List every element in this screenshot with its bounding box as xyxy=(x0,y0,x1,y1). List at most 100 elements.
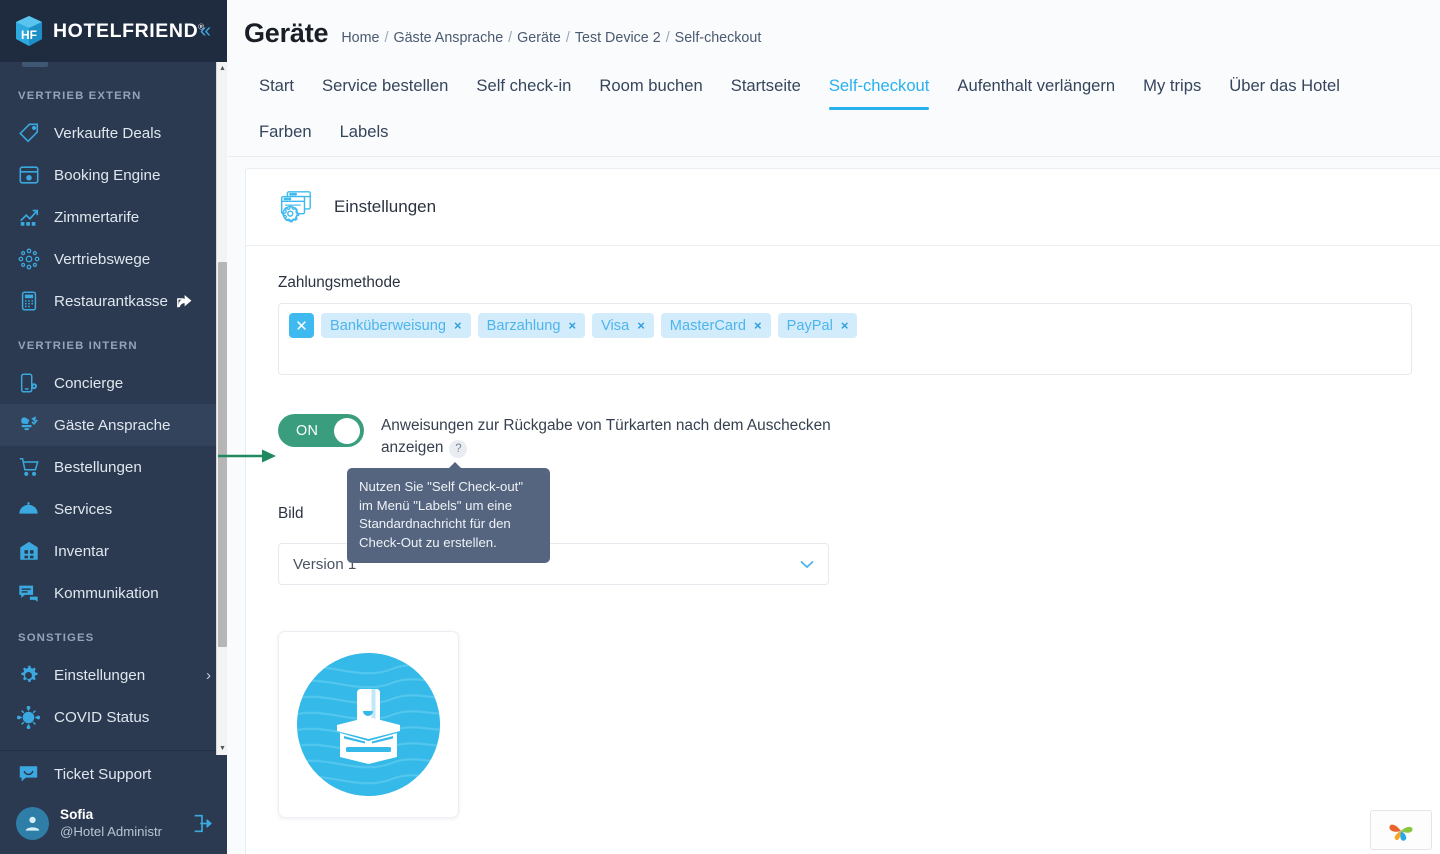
breadcrumb-item-test-device-2[interactable]: Test Device 2 xyxy=(575,30,661,46)
tab-ueber-das-hotel[interactable]: Über das Hotel xyxy=(1215,64,1354,110)
svg-text:HF: HF xyxy=(21,28,37,42)
virus-icon xyxy=(16,705,41,730)
chevron-right-icon: › xyxy=(206,666,211,684)
sidebar-item-label: Vertriebswege xyxy=(54,250,151,268)
breadcrumb-separator: / xyxy=(565,30,570,46)
tripadvisor-leaf-widget-icon[interactable] xyxy=(1370,810,1432,850)
logout-arrow-icon[interactable] xyxy=(191,812,213,839)
toggle-description-text: Anweisungen zur Rückgabe von Türkarten n… xyxy=(381,417,831,456)
sidebar-item-inventar[interactable]: Inventar xyxy=(0,530,227,572)
user-role: @Hotel Administr xyxy=(60,824,163,839)
gear-icon xyxy=(16,663,41,688)
sidebar-item-label: Gäste Ansprache xyxy=(54,416,171,434)
sidebar-item-kommunikation[interactable]: Kommunikation xyxy=(0,572,227,614)
sidebar-item-label: Inventar xyxy=(54,542,109,560)
sidebar-item-restaurantkasse[interactable]: Restaurantkasse xyxy=(0,280,227,322)
sidebar-item-services[interactable]: Services xyxy=(0,488,227,530)
external-link-icon[interactable] xyxy=(176,294,193,309)
sidebar-footer: Ticket Support Sofia @Hotel Administr xyxy=(0,750,227,854)
sidebar-item-ticket-support[interactable]: Ticket Support xyxy=(0,751,227,797)
sidebar-section-title: VERTRIEB EXTERN xyxy=(18,90,142,102)
chart-rates-icon xyxy=(16,205,41,230)
tab-service-bestellen[interactable]: Service bestellen xyxy=(308,64,462,110)
sidebar-item-einstellungen[interactable]: Einstellungen › xyxy=(0,654,227,696)
chat-bubbles-icon xyxy=(16,581,41,606)
inventory-building-icon xyxy=(16,539,41,564)
sidebar-item-label: COVID Status xyxy=(54,708,150,726)
sidebar-section-title: VERTRIEB INTERN xyxy=(18,340,138,352)
breadcrumb-item-self-checkout[interactable]: Self-checkout xyxy=(675,30,762,46)
user-name: Sofia xyxy=(60,807,94,822)
sidebar-scrollbar-thumb[interactable] xyxy=(218,262,227,647)
toggle-state-label: ON xyxy=(296,422,319,439)
payment-tag[interactable]: Visa × xyxy=(592,313,654,338)
breadcrumb-item-gaeste-ansprache[interactable]: Gäste Ansprache xyxy=(393,30,503,46)
sidebar-item-gaeste-ansprache[interactable]: Gäste Ansprache xyxy=(0,404,227,446)
scroll-up-arrow-icon[interactable]: ▲ xyxy=(217,62,228,75)
sidebar-item-concierge[interactable]: Concierge xyxy=(0,362,227,404)
brand-name: HOTELFRIEND® xyxy=(53,19,205,42)
concierge-mobile-icon xyxy=(16,371,41,396)
tab-self-checkout[interactable]: Self-checkout xyxy=(815,64,944,110)
tab-start[interactable]: Start xyxy=(245,64,308,110)
hotelfriend-logo-icon: HF xyxy=(14,15,44,47)
tag-remove-icon[interactable]: × xyxy=(454,318,462,333)
sidebar-item-vertriebswege[interactable]: Vertriebswege xyxy=(0,238,227,280)
tab-my-trips[interactable]: My trips xyxy=(1129,64,1215,110)
breadcrumb-separator: / xyxy=(508,30,513,46)
payment-methods-tag-input[interactable]: ✕ Banküberweisung × Barzahlung × Visa × xyxy=(278,303,1412,375)
tab-self-check-in[interactable]: Self check-in xyxy=(462,64,585,110)
sidebar-section-title: SONSTIGES xyxy=(18,632,95,644)
sidebar-item-label: Services xyxy=(54,500,113,518)
tag-deal-icon xyxy=(16,121,41,146)
sidebar-item-label: Bestellungen xyxy=(54,458,142,476)
sidebar-item-label: Restaurantkasse xyxy=(54,292,168,310)
toggle-knob[interactable] xyxy=(334,417,360,444)
scroll-down-arrow-icon[interactable]: ▼ xyxy=(217,742,228,755)
settings-card-header: Einstellungen xyxy=(246,169,1440,246)
tab-aufenthalt-verlaengern[interactable]: Aufenthalt verlängern xyxy=(943,64,1129,110)
door-card-instructions-row: ON Anweisungen zur Rückgabe von Türkarte… xyxy=(278,414,1408,564)
breadcrumb-item-geraete[interactable]: Geräte xyxy=(517,30,561,46)
user-avatar-icon xyxy=(16,807,49,840)
payment-tag-label: Banküberweisung xyxy=(330,317,447,334)
tab-room-buchen[interactable]: Room buchen xyxy=(585,64,716,110)
image-preview-card[interactable] xyxy=(278,631,459,818)
payment-tag[interactable]: Banküberweisung × xyxy=(321,313,471,338)
payment-tag-label: PayPal xyxy=(786,317,833,334)
tag-remove-icon[interactable]: × xyxy=(568,318,576,333)
sidebar-user-block[interactable]: Sofia @Hotel Administr xyxy=(0,797,227,854)
breadcrumb: Home / Gäste Ansprache / Geräte / Test D… xyxy=(341,30,761,46)
sidebar-scroll-area: VERTRIEB EXTERN Verkaufte Deals Booking … xyxy=(0,62,227,750)
room-service-icon xyxy=(16,497,41,522)
sidebar-item-bestellungen[interactable]: Bestellungen xyxy=(0,446,227,488)
payment-tag[interactable]: PayPal × xyxy=(777,313,858,338)
sidebar-scrolled-cutoff xyxy=(0,62,227,72)
sidebar-item-zimmertarife[interactable]: Zimmertarife xyxy=(0,196,227,238)
payment-tag[interactable]: Barzahlung × xyxy=(477,313,586,338)
self-checkout-box-card-icon xyxy=(297,653,440,796)
sidebar-item-booking-engine[interactable]: Booking Engine xyxy=(0,154,227,196)
close-x-icon[interactable]: ✕ xyxy=(289,313,314,338)
sidebar-brand: HF HOTELFRIEND® « xyxy=(0,0,227,62)
sidebar-item-verkaufte-deals[interactable]: Verkaufte Deals xyxy=(0,112,227,154)
sidebar-item-label: Ticket Support xyxy=(54,765,152,783)
tag-remove-icon[interactable]: × xyxy=(637,318,645,333)
app-root: HF HOTELFRIEND® « VERTRIEB EXTERN Verkau… xyxy=(0,0,1440,854)
door-card-instructions-toggle[interactable]: ON xyxy=(278,414,364,447)
chevron-down-icon[interactable] xyxy=(800,557,814,572)
sidebar-item-label: Kommunikation xyxy=(54,584,159,602)
sidebar-item-label: Zimmertarife xyxy=(54,208,140,226)
tag-remove-icon[interactable]: × xyxy=(841,318,849,333)
tag-remove-icon[interactable]: × xyxy=(754,318,762,333)
tab-startseite[interactable]: Startseite xyxy=(717,64,815,110)
payment-tag[interactable]: MasterCard × xyxy=(660,313,771,338)
help-question-icon[interactable]: ? xyxy=(449,439,468,458)
tab-farben[interactable]: Farben xyxy=(245,110,326,156)
sidebar-item-covid-status[interactable]: COVID Status xyxy=(0,696,227,738)
sidebar-scrollbar[interactable]: ▲ ▼ xyxy=(216,62,227,755)
tab-labels[interactable]: Labels xyxy=(326,110,403,156)
chevrons-left-icon[interactable]: « xyxy=(200,21,211,41)
breadcrumb-item-home[interactable]: Home xyxy=(341,30,379,46)
device-screen-tabs: Start Service bestellen Self check-in Ro… xyxy=(227,59,1440,157)
